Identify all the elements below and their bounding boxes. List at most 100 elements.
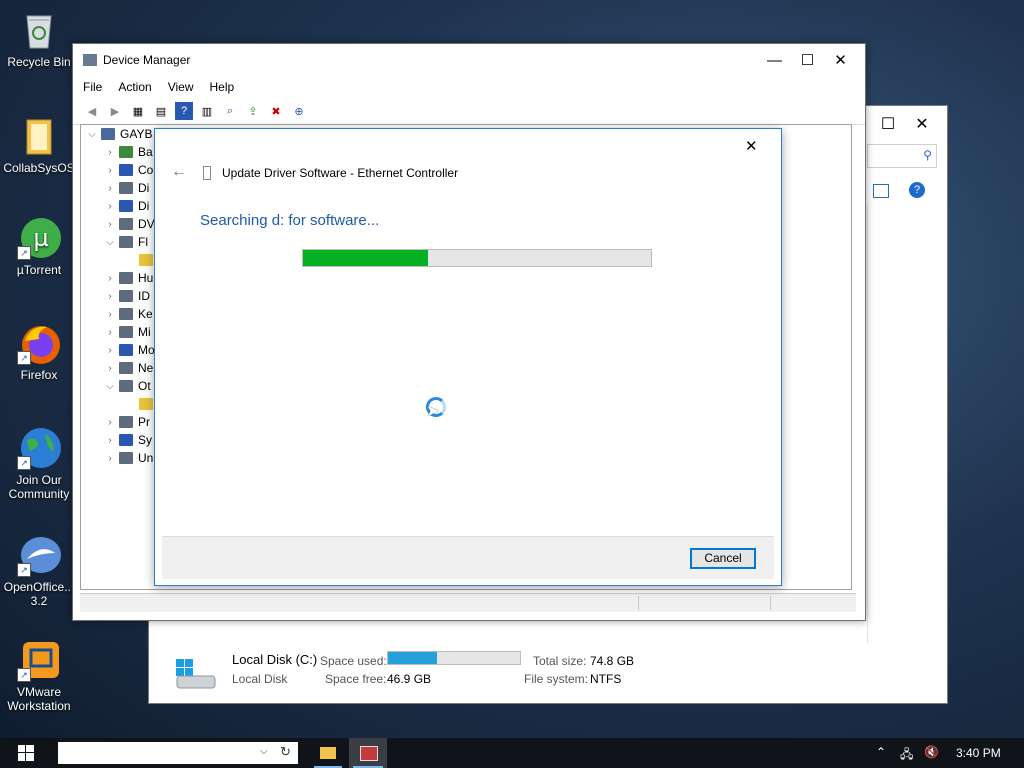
- chevron-right-icon[interactable]: ›: [103, 183, 117, 194]
- chevron-right-icon[interactable]: ›: [103, 165, 117, 176]
- chevron-right-icon[interactable]: ›: [103, 435, 117, 446]
- chevron-right-icon[interactable]: ›: [103, 363, 117, 374]
- menu-bar: File Action View Help: [73, 76, 865, 98]
- chevron-right-icon[interactable]: ›: [103, 273, 117, 284]
- battery-icon: [119, 146, 133, 158]
- title-bar[interactable]: Device Manager — ☐ ✕: [73, 44, 865, 76]
- space-used-bar: [387, 651, 521, 665]
- desktop-icon-utorrent[interactable]: µ ↗ µTorrent: [0, 216, 78, 277]
- folder-icon: [320, 747, 336, 759]
- tree-item[interactable]: › Ne: [103, 359, 153, 377]
- chevron-up-icon[interactable]: ⌃: [876, 745, 886, 759]
- tree-item[interactable]: › Sy: [103, 431, 152, 449]
- update-driver-dialog[interactable]: ✕ ← Update Driver Software - Ethernet Co…: [154, 128, 782, 586]
- forward-arrow-icon[interactable]: ▶: [106, 102, 124, 120]
- scan-hardware-icon[interactable]: ⌕: [221, 102, 239, 120]
- minimize-button[interactable]: —: [758, 44, 791, 76]
- taskbar-file-explorer[interactable]: [310, 738, 346, 768]
- tree-item[interactable]: ⌵ Fl: [103, 233, 148, 251]
- back-arrow-icon[interactable]: ◀: [83, 102, 101, 120]
- desktop-icon-collabsysos[interactable]: CollabSysOS: [0, 114, 78, 175]
- network-icon[interactable]: 🖧: [900, 745, 913, 766]
- device-manager-icon: [83, 54, 97, 66]
- chevron-down-icon[interactable]: ⌵: [103, 381, 117, 392]
- tree-item[interactable]: › Un: [103, 449, 153, 467]
- tree-item[interactable]: › Di: [103, 197, 149, 215]
- desktop-icon-firefox[interactable]: ↗ Firefox: [0, 321, 78, 382]
- tree-item[interactable]: › Di: [103, 179, 149, 197]
- utorrent-icon: µ ↗: [17, 216, 61, 260]
- tree-item[interactable]: › Ke: [103, 305, 152, 323]
- taskbar-device-manager[interactable]: [349, 738, 387, 768]
- chevron-right-icon[interactable]: ›: [103, 201, 117, 212]
- tree-root[interactable]: ⌵ GAYB: [85, 125, 152, 143]
- menu-action[interactable]: Action: [118, 80, 151, 94]
- shortcut-arrow-icon: ↗: [17, 246, 31, 260]
- chevron-right-icon[interactable]: ›: [103, 417, 117, 428]
- space-used-label: Space used:: [320, 654, 387, 668]
- update-driver-icon[interactable]: ⇪: [244, 102, 262, 120]
- monitor-icon: [119, 344, 133, 356]
- clock[interactable]: 3:40 PM: [956, 746, 1001, 760]
- keyboard-icon: [119, 308, 133, 320]
- search-icon: ⚲: [923, 148, 932, 162]
- desktop-icon-openoffice[interactable]: ↗ OpenOffice... 3.2: [0, 533, 78, 608]
- total-size-label: Total size:: [533, 654, 587, 668]
- mouse-icon: [119, 326, 133, 338]
- tree-item[interactable]: › Mi: [103, 323, 150, 341]
- chevron-down-icon[interactable]: ⌵: [85, 129, 99, 140]
- search-progress-bar: [302, 249, 652, 267]
- globe-icon: ↗: [17, 426, 61, 470]
- desktop-icon-vmware[interactable]: ↗ VMware Workstation: [0, 638, 78, 713]
- chevron-down-icon[interactable]: ⌵: [260, 746, 268, 757]
- tree-item[interactable]: › Mo: [103, 341, 154, 359]
- menu-view[interactable]: View: [168, 80, 194, 94]
- warning-device-icon: [139, 398, 153, 410]
- menu-file[interactable]: File: [83, 80, 102, 94]
- show-hide-icon[interactable]: ▤: [152, 102, 170, 120]
- disk-drive-icon: [119, 182, 133, 194]
- tree-item[interactable]: › Co: [103, 161, 153, 179]
- chevron-right-icon[interactable]: ›: [103, 345, 117, 356]
- preview-pane-icon[interactable]: [873, 184, 889, 198]
- tree-item[interactable]: ⌵ Ot: [103, 377, 150, 395]
- chevron-down-icon[interactable]: ⌵: [103, 237, 117, 248]
- recycle-bin-label: Recycle Bin: [7, 55, 71, 69]
- shortcut-arrow-icon: ↗: [17, 351, 31, 365]
- dialog-close-icon[interactable]: ✕: [745, 137, 758, 155]
- pane-divider: [867, 204, 868, 644]
- uninstall-icon[interactable]: ✖: [267, 102, 285, 120]
- view-icon[interactable]: ▥: [198, 102, 216, 120]
- help-icon[interactable]: ?: [175, 102, 193, 120]
- chevron-right-icon[interactable]: ›: [103, 309, 117, 320]
- menu-help[interactable]: Help: [210, 80, 235, 94]
- taskbar-search-input[interactable]: ⌵ ↻: [58, 742, 298, 764]
- chevron-right-icon[interactable]: ›: [103, 453, 117, 464]
- chevron-right-icon[interactable]: ›: [103, 147, 117, 158]
- add-legacy-icon[interactable]: ⊕: [290, 102, 308, 120]
- desktop-icon-join-community[interactable]: ↗ Join Our Community: [0, 426, 78, 501]
- file-system-value: NTFS: [590, 672, 622, 686]
- tree-item[interactable]: › ID: [103, 287, 150, 305]
- refresh-icon[interactable]: ↻: [280, 744, 291, 760]
- firefox-icon: ↗: [17, 321, 61, 365]
- tree-item[interactable]: › Ba: [103, 143, 152, 161]
- tree-item[interactable]: › Pr: [103, 413, 150, 431]
- search-box[interactable]: ⚲: [867, 144, 937, 168]
- desktop-icon-recycle-bin[interactable]: Recycle Bin: [0, 8, 78, 69]
- close-button[interactable]: ✕: [824, 44, 857, 76]
- tree-item[interactable]: › DV: [103, 215, 154, 233]
- tree-item[interactable]: › Hu: [103, 269, 153, 287]
- chevron-right-icon[interactable]: ›: [103, 291, 117, 302]
- close-icon[interactable]: ✕: [899, 114, 945, 134]
- speaker-muted-icon[interactable]: 🔇: [924, 745, 939, 759]
- back-arrow-icon[interactable]: ←: [171, 163, 187, 181]
- windows-start-icon[interactable]: [18, 745, 34, 761]
- cancel-button[interactable]: Cancel: [690, 548, 756, 569]
- chevron-right-icon[interactable]: ›: [103, 219, 117, 230]
- properties-icon[interactable]: ▦: [129, 102, 147, 120]
- chevron-right-icon[interactable]: ›: [103, 327, 117, 338]
- help-icon[interactable]: ?: [909, 182, 925, 198]
- maximize-button[interactable]: ☐: [791, 44, 824, 76]
- floppy-controller-icon: [119, 236, 133, 248]
